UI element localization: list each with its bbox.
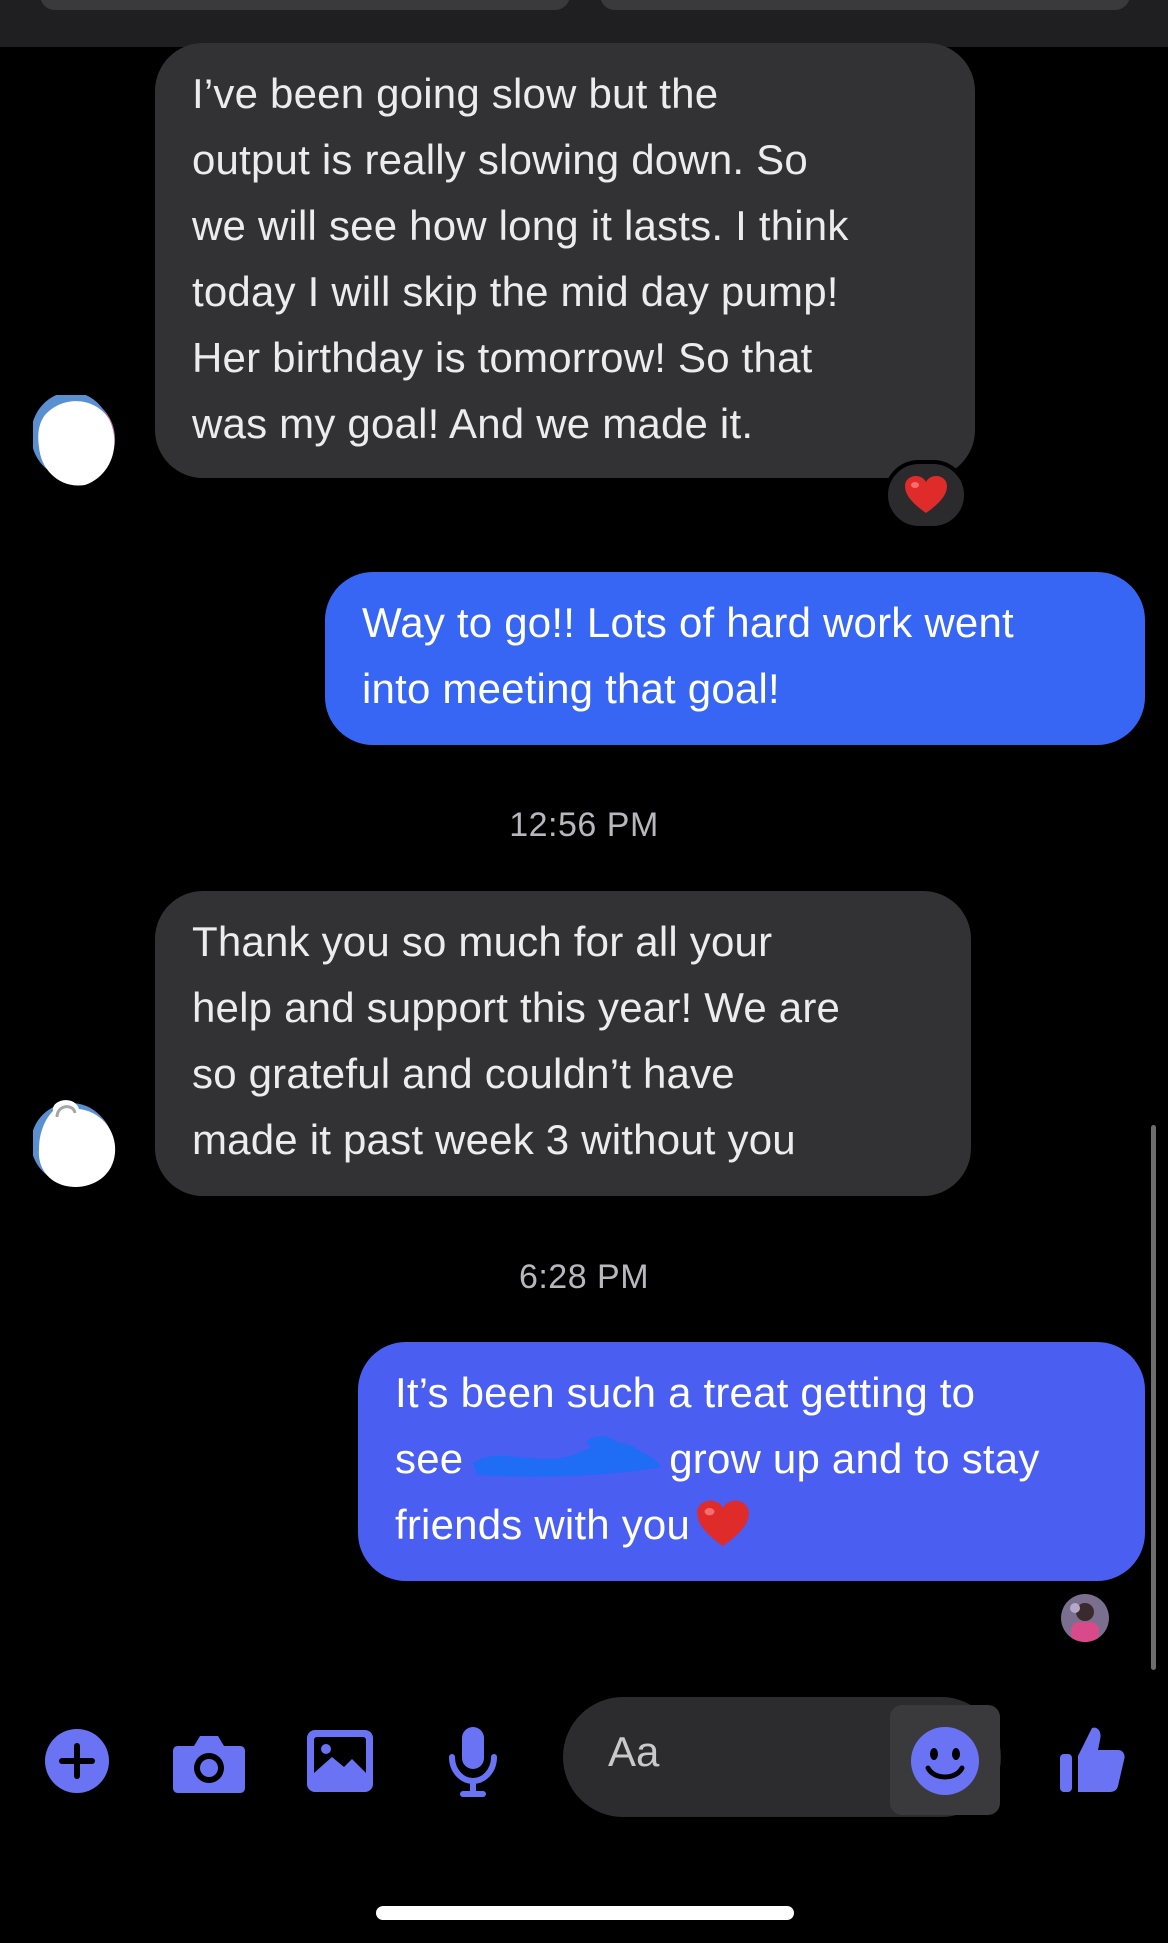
message-timestamp: 12:56 PM [509, 806, 659, 844]
camera-icon [173, 1736, 245, 1793]
message-input-placeholder: Aa [608, 1728, 660, 1775]
home-indicator[interactable] [376, 1906, 794, 1920]
image-icon [307, 1730, 373, 1792]
clipped-element-left [40, 0, 570, 10]
read-receipt-avatar [1061, 1594, 1109, 1642]
incoming-message[interactable]: Thank you so much for all your help and … [155, 891, 971, 1196]
voice-message-button[interactable] [446, 1725, 500, 1799]
message-text-fragment: grow up and to stay [669, 1435, 1040, 1482]
like-button[interactable] [1058, 1724, 1126, 1794]
message-text-fragment: see [395, 1435, 464, 1482]
thumbs-up-icon [1060, 1727, 1125, 1792]
incoming-message[interactable]: I’ve been going slow but the output is r… [155, 43, 975, 478]
contact-avatar-redacted[interactable] [33, 395, 117, 487]
scrollbar[interactable] [1151, 1125, 1156, 1670]
gallery-button[interactable] [306, 1729, 374, 1793]
plus-icon [45, 1729, 109, 1793]
message-text-line: It’s been such a treat getting to [395, 1369, 976, 1416]
plus-button[interactable] [44, 1728, 110, 1794]
outgoing-message[interactable]: It’s been such a treat getting to see gr… [358, 1342, 1145, 1581]
camera-button[interactable] [172, 1732, 246, 1794]
user-photo-icon [1061, 1594, 1109, 1642]
outgoing-message[interactable]: Way to go!! Lots of hard work went into … [325, 572, 1145, 745]
microphone-icon [449, 1727, 497, 1797]
redaction-scribble [473, 1436, 662, 1477]
message-reaction-badge[interactable] [884, 460, 968, 530]
clipped-element-right [600, 0, 1130, 10]
previous-content-strip [0, 0, 1168, 47]
emoji-button-glyph [910, 1726, 980, 1796]
message-text-line: friends with you [395, 1501, 691, 1548]
heart-emoji-icon [905, 476, 947, 513]
heart-emoji-icon [697, 1500, 749, 1547]
message-timestamp: 6:28 PM [518, 1258, 650, 1296]
contact-avatar-redacted[interactable] [33, 1095, 117, 1187]
emoji-icon [911, 1727, 979, 1795]
